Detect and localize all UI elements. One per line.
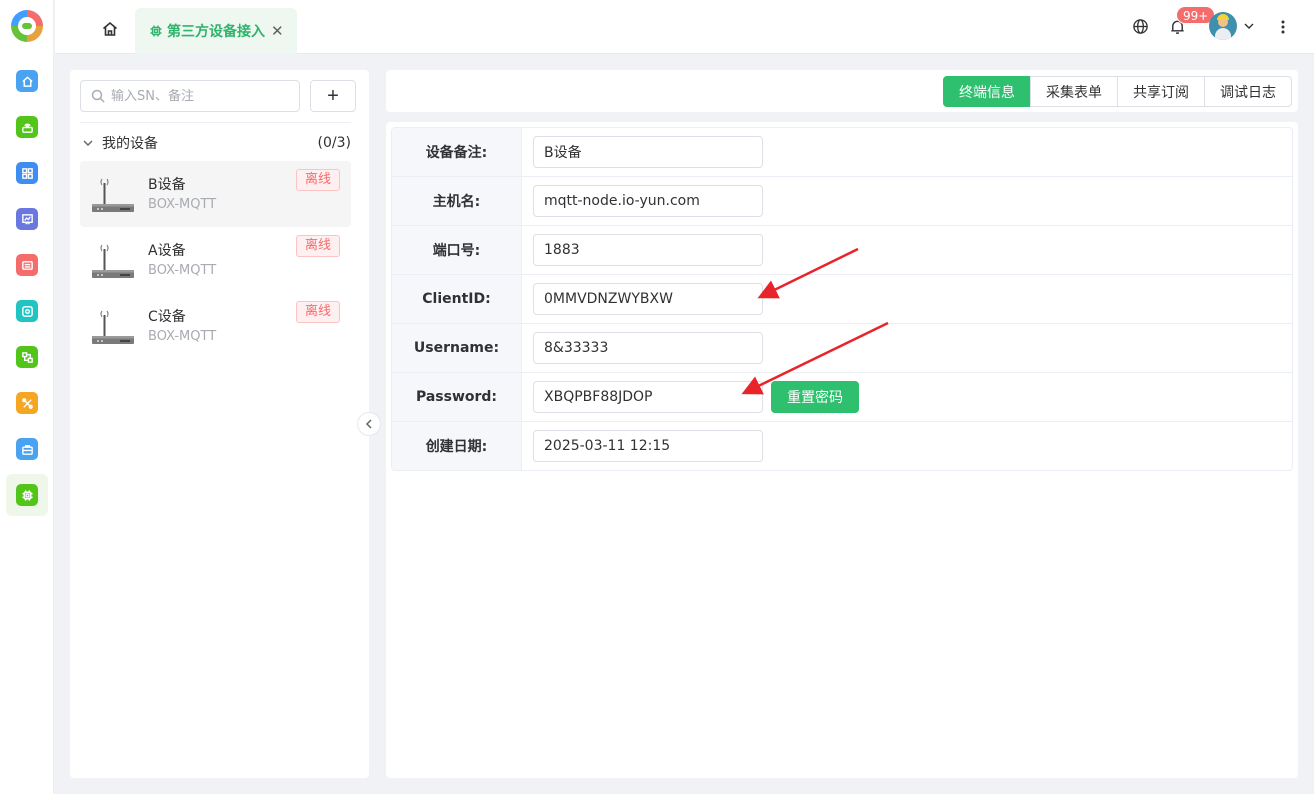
tab-debug-log[interactable]: 调试日志	[1204, 76, 1292, 107]
rail-router-icon[interactable]	[16, 116, 38, 138]
router-device-icon	[92, 244, 134, 278]
tab-terminal-info[interactable]: 终端信息	[943, 76, 1031, 107]
field-label: 设备备注:	[392, 128, 522, 176]
device-name: C设备	[148, 309, 186, 325]
search-input[interactable]	[111, 88, 291, 104]
device-model: BOX-MQTT	[148, 329, 217, 344]
rail-tools-icon[interactable]	[16, 392, 38, 414]
device-name: A设备	[148, 243, 186, 259]
form-row-username: Username:	[392, 324, 1292, 373]
rail-chart-board-icon[interactable]	[16, 208, 38, 230]
tab-third-party-access[interactable]: 第三方设备接入 ✕	[135, 8, 297, 54]
password-field[interactable]	[533, 381, 763, 413]
form-row-hostname: 主机名:	[392, 177, 1292, 226]
device-name: B设备	[148, 177, 186, 193]
router-device-icon	[92, 310, 134, 344]
chevron-down-icon[interactable]	[82, 137, 94, 149]
field-label: 主机名:	[392, 177, 522, 225]
field-label: 创建日期:	[392, 422, 522, 470]
remark-field[interactable]	[533, 136, 763, 168]
chevron-down-icon[interactable]	[1243, 20, 1255, 32]
status-badge: 离线	[296, 301, 340, 323]
terminal-info-panel: 设备备注: 主机名: 端口号: ClientID: Username: Pass…	[386, 122, 1298, 778]
globe-icon[interactable]	[1132, 18, 1149, 35]
collapse-panel-button[interactable]	[357, 412, 381, 436]
group-count: (0/3)	[317, 135, 351, 151]
device-list-panel: + 我的设备 (0/3) B设备 BOX-MQTT 离线 A设备 BOX-MQT…	[70, 70, 369, 778]
form-row-password: Password: 重置密码	[392, 373, 1292, 422]
add-device-button[interactable]: +	[310, 80, 356, 112]
device-info-form: 设备备注: 主机名: 端口号: ClientID: Username: Pass…	[391, 127, 1293, 471]
chip-icon	[150, 25, 162, 37]
tab-shared-subscription[interactable]: 共享订阅	[1117, 76, 1205, 107]
home-icon[interactable]	[101, 20, 119, 38]
search-icon	[91, 89, 105, 103]
form-row-created: 创建日期:	[392, 422, 1292, 470]
app-logo[interactable]	[11, 10, 43, 42]
field-label: Username:	[392, 324, 522, 372]
avatar[interactable]	[1209, 12, 1237, 40]
device-model: BOX-MQTT	[148, 197, 217, 212]
router-device-icon	[92, 178, 134, 212]
side-nav-rail	[0, 0, 54, 794]
field-label: ClientID:	[392, 275, 522, 323]
field-label: 端口号:	[392, 226, 522, 274]
rail-briefcase-icon[interactable]	[16, 438, 38, 460]
username-field[interactable]	[533, 332, 763, 364]
created-date-field[interactable]	[533, 430, 763, 462]
field-label: Password:	[392, 373, 522, 421]
tab-collection-form[interactable]: 采集表单	[1030, 76, 1118, 107]
top-bar: 第三方设备接入 ✕ 99+	[55, 0, 1314, 54]
segmented-tabs: 终端信息 采集表单 共享订阅 调试日志	[943, 76, 1292, 107]
hostname-field[interactable]	[533, 185, 763, 217]
search-box[interactable]	[80, 80, 300, 112]
port-field[interactable]	[533, 234, 763, 266]
reset-password-button[interactable]: 重置密码	[771, 381, 859, 413]
form-row-clientid: ClientID:	[392, 275, 1292, 324]
rail-flow-icon[interactable]	[16, 346, 38, 368]
rail-keyboard-icon[interactable]	[16, 254, 38, 276]
chevron-left-icon	[365, 419, 372, 429]
rail-chip-icon[interactable]	[16, 484, 38, 506]
rail-sensor-icon[interactable]	[16, 300, 38, 322]
rail-home-icon[interactable]	[16, 70, 38, 92]
form-row-port: 端口号:	[392, 226, 1292, 275]
detail-tabs-bar: 终端信息 采集表单 共享订阅 调试日志	[386, 70, 1298, 112]
status-badge: 离线	[296, 235, 340, 257]
device-group-header[interactable]: 我的设备 (0/3)	[80, 130, 351, 156]
more-vertical-icon[interactable]	[1279, 18, 1287, 36]
device-item[interactable]: C设备 BOX-MQTT 离线	[80, 293, 351, 359]
divider	[80, 122, 351, 123]
group-title: 我的设备	[102, 136, 158, 152]
clientid-field[interactable]	[533, 283, 763, 315]
device-item[interactable]: A设备 BOX-MQTT 离线	[80, 227, 351, 293]
tab-label: 第三方设备接入	[167, 24, 265, 40]
close-icon[interactable]: ✕	[271, 22, 284, 40]
status-badge: 离线	[296, 169, 340, 191]
device-model: BOX-MQTT	[148, 263, 217, 278]
rail-grid-icon[interactable]	[16, 162, 38, 184]
device-item[interactable]: B设备 BOX-MQTT 离线	[80, 161, 351, 227]
form-row-remark: 设备备注:	[392, 128, 1292, 177]
